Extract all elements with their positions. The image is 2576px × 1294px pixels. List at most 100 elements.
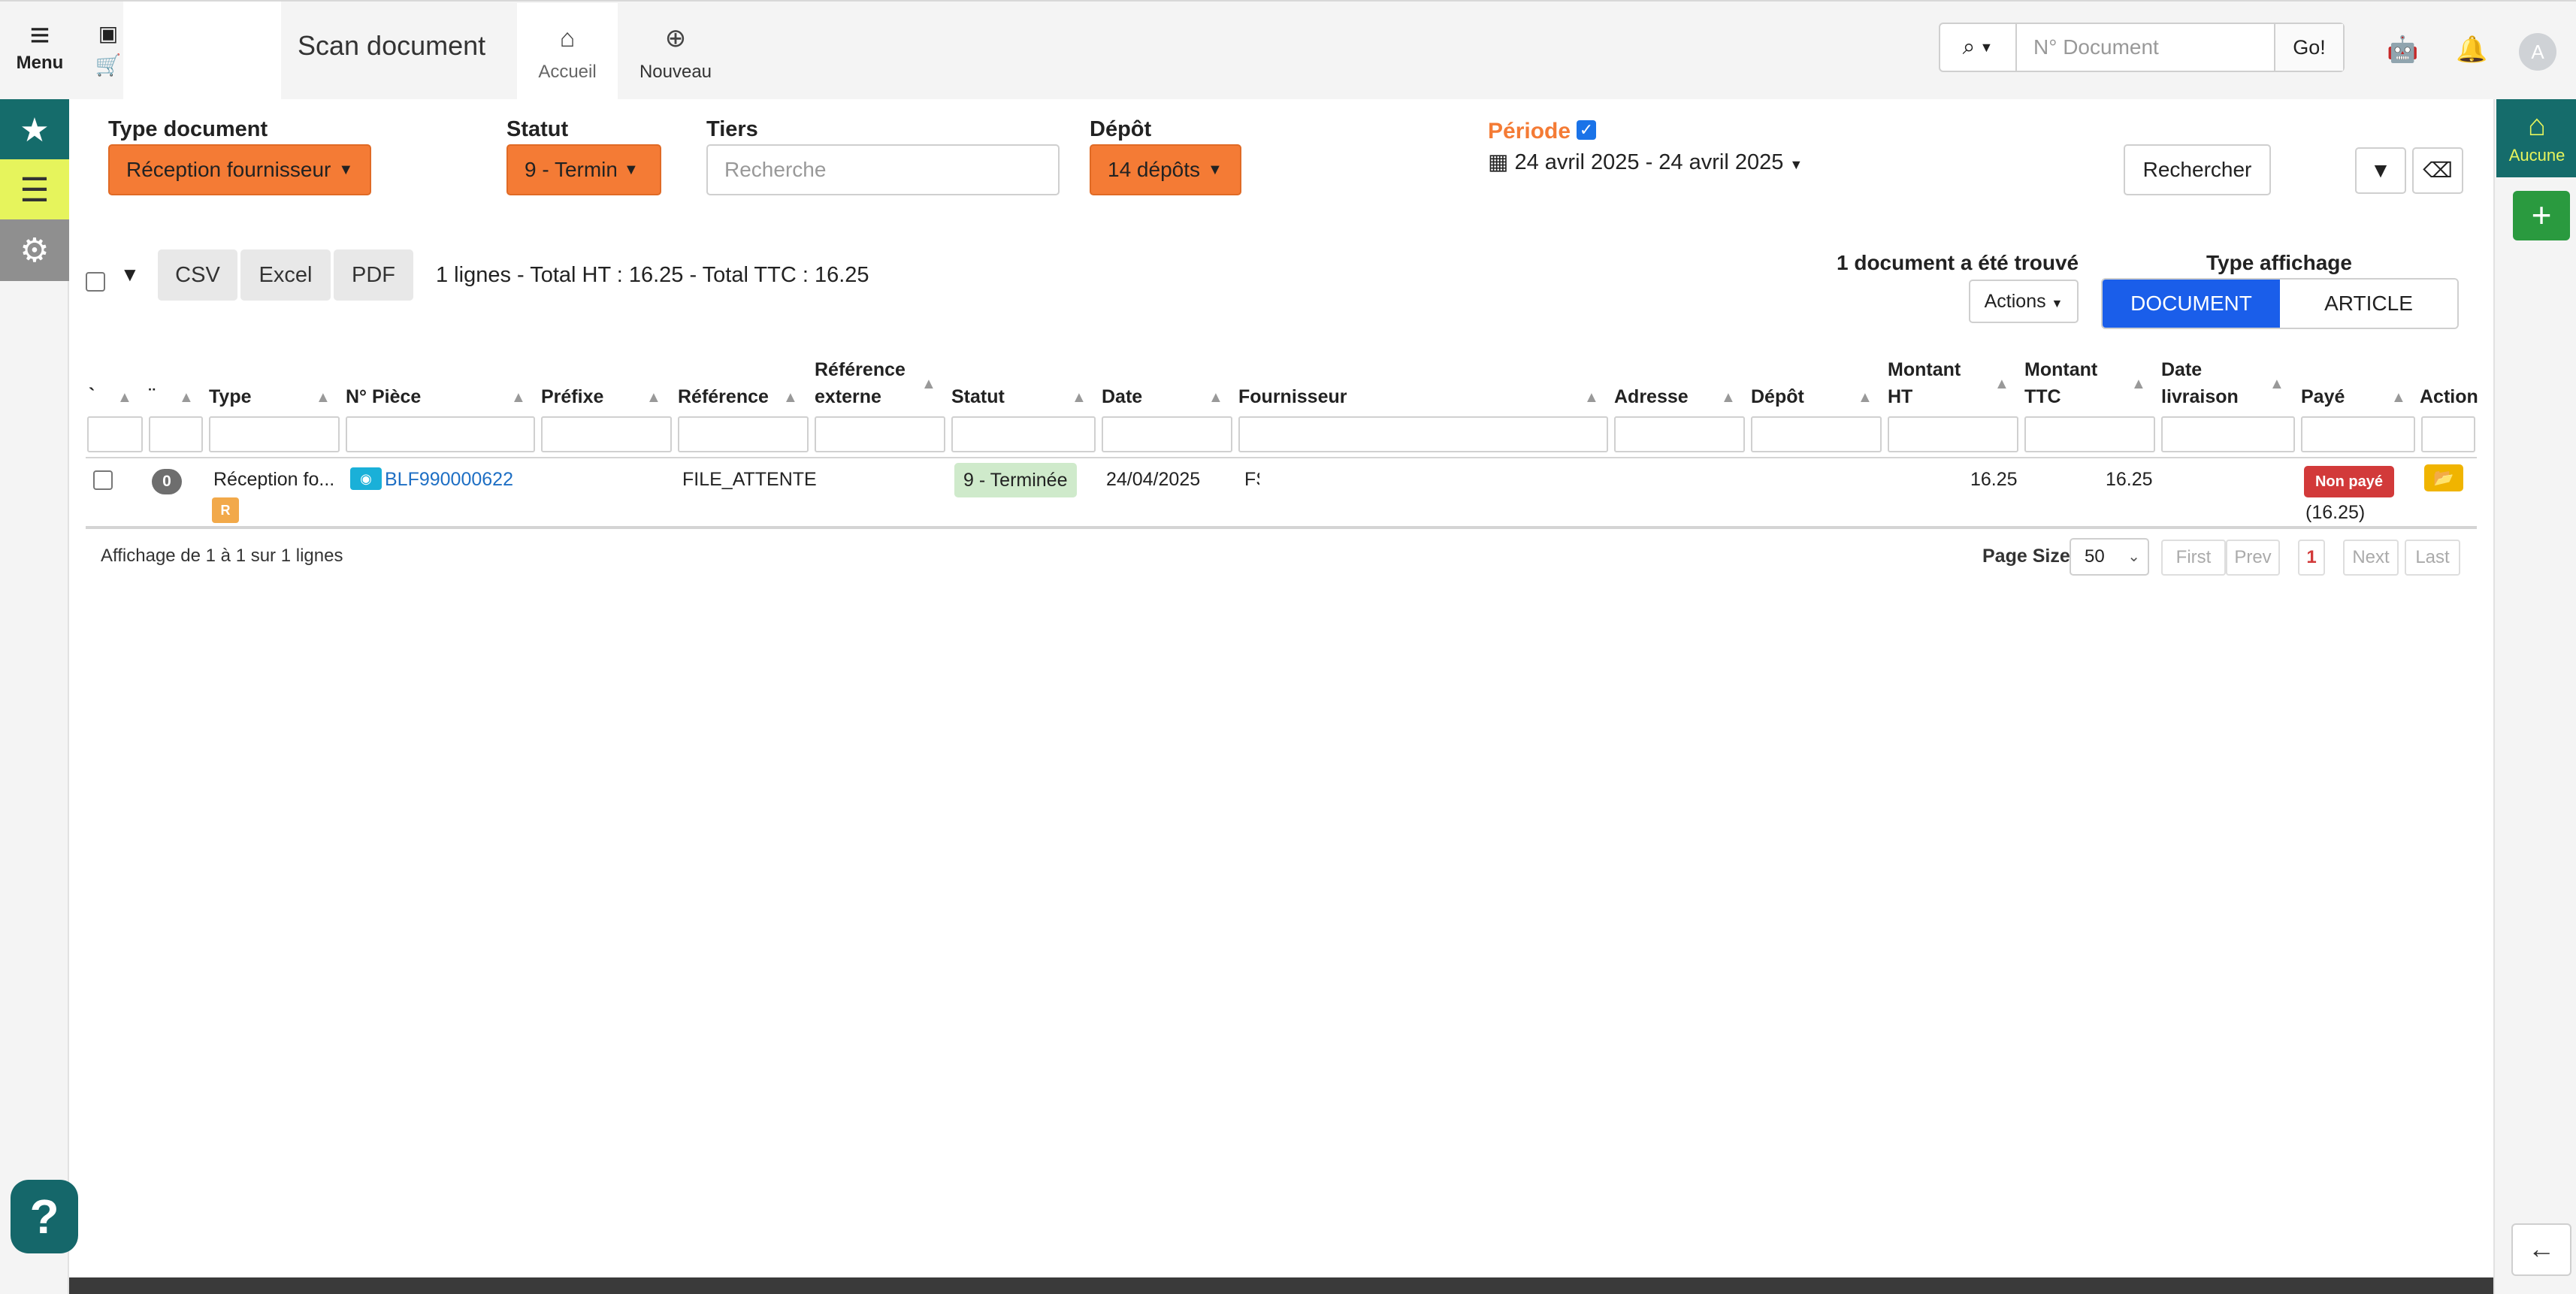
sort-icon[interactable]: ▲ (1208, 389, 1223, 407)
go-button[interactable]: Go! (2274, 24, 2343, 71)
depot-dropdown[interactable]: 14 dépôts ▼ (1090, 144, 1241, 195)
sort-icon[interactable]: ▲ (316, 389, 331, 407)
column-filter-input[interactable] (2301, 416, 2415, 452)
sort-icon[interactable]: ▲ (511, 389, 526, 407)
column-header-depot[interactable]: Dépôt (1751, 383, 1804, 410)
tab-accueil[interactable]: ⌂ Accueil (517, 3, 618, 99)
eye-icon[interactable]: ◉ (350, 467, 382, 490)
column-filter-input[interactable] (2421, 416, 2475, 452)
select-all-checkbox[interactable] (86, 272, 105, 292)
cart-icon[interactable]: 🛒 (93, 50, 123, 81)
column-filter-input[interactable] (87, 416, 143, 452)
tiers-input[interactable] (706, 144, 1060, 195)
column-header-date-livraison[interactable]: Date livraison (2161, 356, 2239, 410)
table-bottom-border (86, 526, 2477, 529)
depot-value: 14 dépôts (1108, 158, 1200, 181)
column-header-fournisseur[interactable]: Fournisseur (1238, 383, 1347, 410)
excel-button[interactable]: Excel (240, 249, 331, 301)
column-filter-input[interactable] (815, 416, 945, 452)
column-filter-input[interactable] (1102, 416, 1232, 452)
column-filter-input[interactable] (2024, 416, 2155, 452)
favorites-icon[interactable]: ★ (0, 99, 69, 161)
sort-icon[interactable]: ▲ (646, 389, 661, 407)
periode-checkbox[interactable]: ✓ (1577, 120, 1596, 140)
bell-icon[interactable]: 🔔 (2456, 35, 2487, 65)
eraser-icon[interactable]: ⌫ (2412, 147, 2463, 194)
folder-open-icon[interactable]: 📂 (2424, 464, 2463, 491)
robot-icon[interactable]: 🤖 (2387, 35, 2418, 65)
sort-icon[interactable]: ▲ (1994, 376, 2009, 393)
statut-value: 9 - Terminée (525, 158, 616, 181)
rechercher-button[interactable]: Rechercher (2124, 144, 2271, 195)
column-header-adresse[interactable]: Adresse (1614, 383, 1689, 410)
column-header-date[interactable]: Date (1102, 383, 1142, 410)
row-montant-ttc: 16.25 (2106, 469, 2153, 490)
page-size-label: Page Size (1982, 546, 2070, 567)
sort-icon[interactable]: ▲ (2391, 389, 2406, 407)
column-filter-input[interactable] (346, 416, 535, 452)
sort-icon[interactable]: ▲ (783, 389, 798, 407)
column-filter-input[interactable] (2161, 416, 2295, 452)
first-page-button[interactable]: First (2161, 540, 2226, 576)
article-view-button[interactable]: ARTICLE (2280, 280, 2457, 328)
home-aucune-button[interactable]: ⌂ Aucune (2496, 99, 2576, 177)
next-page-button[interactable]: Next (2343, 540, 2399, 576)
caret-down-icon[interactable]: ▼ (120, 263, 140, 286)
current-page-button[interactable]: 1 (2298, 540, 2325, 576)
sort-icon[interactable]: ▲ (117, 389, 132, 407)
column-filter-input[interactable] (951, 416, 1096, 452)
sort-icon[interactable]: ▲ (1858, 389, 1873, 407)
column-filter-input[interactable] (678, 416, 809, 452)
inbox-icon[interactable]: ▣ (93, 18, 123, 50)
sort-icon[interactable]: ▲ (1721, 389, 1736, 407)
column-filter-input[interactable] (541, 416, 672, 452)
column-filter-input[interactable] (1888, 416, 2018, 452)
column-header-type[interactable]: Type (209, 383, 252, 410)
periode-range-picker[interactable]: ▦ 24 avril 2025 - 24 avril 2025 ▼ (1488, 149, 1803, 175)
sort-icon[interactable]: ▲ (2131, 376, 2146, 393)
sort-icon[interactable]: ▲ (1072, 389, 1087, 407)
column-filter-input[interactable] (1751, 416, 1882, 452)
avatar[interactable]: A (2519, 33, 2556, 71)
document-number-input[interactable] (2017, 24, 2274, 71)
add-button[interactable]: + (2513, 191, 2570, 240)
document-view-button[interactable]: DOCUMENT (2103, 280, 2280, 328)
piece-link[interactable]: BLF990000622 (385, 469, 513, 491)
column-header-reference[interactable]: Référence (678, 383, 769, 410)
tab-nouveau[interactable]: ⊕ Nouveau (625, 3, 726, 99)
sort-icon[interactable]: ▲ (921, 376, 936, 393)
list-icon[interactable]: ☰ (0, 159, 69, 221)
row-count-badge: 0 (152, 469, 182, 494)
search-type-dropdown[interactable]: ⌕ ▼ (1940, 24, 2017, 71)
actions-dropdown[interactable]: Actions ▼ (1969, 280, 2079, 323)
statut-dropdown[interactable]: 9 - Terminée ▼ (506, 144, 661, 195)
column-header-piece[interactable]: N° Pièce (346, 383, 421, 410)
menu-button[interactable]: ≡ Menu (11, 17, 69, 74)
column-filter-input[interactable] (149, 416, 203, 452)
row-fournisseur: FS (1244, 469, 1259, 490)
type-document-dropdown[interactable]: Réception fournisseur ▼ (108, 144, 371, 195)
arrow-left-icon[interactable]: ← (2511, 1223, 2571, 1276)
prev-page-button[interactable]: Prev (2226, 540, 2280, 576)
pdf-button[interactable]: PDF (334, 249, 413, 301)
page-size-select[interactable]: 50 ⌄ (2070, 538, 2149, 576)
csv-button[interactable]: CSV (158, 249, 237, 301)
sort-icon[interactable]: ▲ (1584, 389, 1599, 407)
gear-icon[interactable]: ⚙ (0, 219, 69, 281)
column-header-montant-ttc[interactable]: Montant TTC (2024, 356, 2097, 410)
caret-down-icon: ▼ (1208, 161, 1223, 178)
help-button[interactable]: ? (11, 1180, 78, 1253)
column-filter-input[interactable] (209, 416, 340, 452)
column-header-prefixe[interactable]: Préfixe (541, 383, 603, 410)
sort-icon[interactable]: ▲ (179, 389, 194, 407)
last-page-button[interactable]: Last (2405, 540, 2460, 576)
row-checkbox[interactable] (93, 470, 113, 490)
column-header-statut[interactable]: Statut (951, 383, 1005, 410)
column-header-montant-ht[interactable]: Montant HT (1888, 356, 1961, 410)
filter-icon[interactable]: ▼ (2355, 147, 2406, 194)
column-filter-input[interactable] (1614, 416, 1745, 452)
sort-icon[interactable]: ▲ (2269, 376, 2284, 393)
column-header-paye[interactable]: Payé (2301, 383, 2345, 410)
column-header-ref-externe[interactable]: Référence externe (815, 356, 906, 410)
column-filter-input[interactable] (1238, 416, 1608, 452)
